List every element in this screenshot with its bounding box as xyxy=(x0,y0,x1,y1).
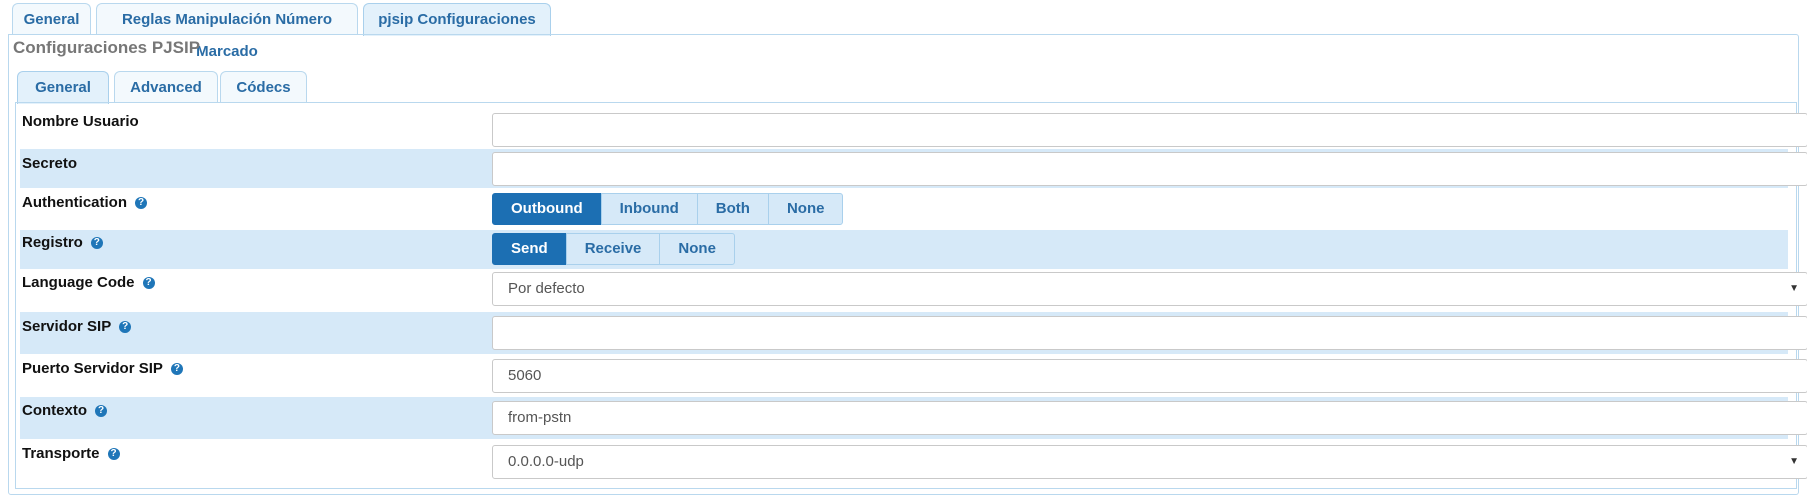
help-icon[interactable]: ? xyxy=(95,404,107,417)
label-puerto-servidor-sip: Puerto Servidor SIP ? xyxy=(22,360,183,377)
help-icon[interactable]: ? xyxy=(119,320,132,333)
registro-send-button[interactable]: Send xyxy=(492,233,567,265)
servidor-sip-label: Servidor SIP xyxy=(22,318,112,335)
transporte-select[interactable]: 0.0.0.0-udp ▼ xyxy=(492,445,1807,479)
language-code-value: Por defecto xyxy=(508,280,585,297)
top-tab-bar: General Reglas Manipulación Número Marca… xyxy=(12,3,556,60)
section-title: Configuraciones PJSIP xyxy=(13,38,201,57)
row-servidor-sip: Servidor SIP ? xyxy=(20,312,1807,354)
help-icon[interactable]: ? xyxy=(90,236,103,249)
help-icon[interactable]: ? xyxy=(170,362,183,375)
authentication-toggle: Outbound Inbound Both None xyxy=(492,193,844,225)
label-transporte: Transporte ? xyxy=(22,445,120,462)
label-contexto: Contexto ? xyxy=(22,402,107,419)
puerto-servidor-sip-input[interactable]: 5060 xyxy=(492,359,1807,393)
authentication-label: Authentication xyxy=(22,194,127,211)
chevron-down-icon: ▼ xyxy=(1789,283,1799,294)
help-icon[interactable]: ? xyxy=(107,447,120,460)
inner-tab-advanced[interactable]: Advanced xyxy=(114,71,218,103)
tab-general[interactable]: General xyxy=(12,3,91,35)
inner-tab-codecs[interactable]: Códecs xyxy=(220,71,307,103)
row-secreto: Secreto xyxy=(20,149,1807,188)
authentication-none-button[interactable]: None xyxy=(767,193,844,225)
row-authentication: Authentication ? Outbound Inbound Both N… xyxy=(20,190,1788,229)
authentication-both-button[interactable]: Both xyxy=(696,193,769,225)
row-transporte: Transporte ? 0.0.0.0-udp ▼ xyxy=(20,440,1807,484)
contexto-label: Contexto xyxy=(22,402,87,419)
row-registro: Registro ? Send Receive None xyxy=(20,230,1788,269)
language-code-select[interactable]: Por defecto ▼ xyxy=(492,272,1807,306)
puerto-servidor-sip-label: Puerto Servidor SIP xyxy=(22,360,163,377)
row-language-code: Language Code ? Por defecto ▼ xyxy=(20,270,1807,310)
label-secreto: Secreto xyxy=(22,155,77,172)
tab-reglas-manipulacion[interactable]: Reglas Manipulación Número Marcado xyxy=(96,3,358,60)
secreto-label: Secreto xyxy=(22,155,78,172)
language-code-label: Language Code xyxy=(22,274,135,291)
inner-tab-bar: General Advanced Códecs xyxy=(17,71,312,104)
label-servidor-sip: Servidor SIP ? xyxy=(22,318,132,335)
authentication-outbound-button[interactable]: Outbound xyxy=(492,193,602,225)
registro-label: Registro xyxy=(22,234,83,251)
secreto-input[interactable] xyxy=(492,152,1807,186)
transporte-value: 0.0.0.0-udp xyxy=(508,453,584,470)
inner-tab-general[interactable]: General xyxy=(17,71,109,104)
label-registro: Registro ? xyxy=(22,234,103,251)
registro-receive-button[interactable]: Receive xyxy=(565,233,661,265)
label-authentication: Authentication ? xyxy=(22,194,147,211)
chevron-down-icon: ▼ xyxy=(1789,456,1799,467)
nombre-usuario-input[interactable] xyxy=(492,113,1807,147)
label-nombre-usuario: Nombre Usuario xyxy=(22,113,139,130)
label-language-code: Language Code ? xyxy=(22,274,155,291)
row-puerto-servidor-sip: Puerto Servidor SIP ? 5060 xyxy=(20,356,1807,396)
contexto-input[interactable]: from-pstn xyxy=(492,401,1807,435)
registro-toggle: Send Receive None xyxy=(492,233,735,265)
help-icon[interactable]: ? xyxy=(135,196,147,209)
row-nombre-usuario: Nombre Usuario xyxy=(20,110,1807,147)
transporte-label: Transporte xyxy=(22,445,100,462)
row-contexto: Contexto ? from-pstn xyxy=(20,397,1807,439)
tab-pjsip-configuraciones[interactable]: pjsip Configuraciones xyxy=(363,3,551,36)
registro-none-button[interactable]: None xyxy=(659,233,735,265)
nombre-usuario-label: Nombre Usuario xyxy=(22,113,139,130)
authentication-inbound-button[interactable]: Inbound xyxy=(600,193,698,225)
servidor-sip-input[interactable] xyxy=(492,316,1807,350)
help-icon[interactable]: ? xyxy=(142,276,155,289)
